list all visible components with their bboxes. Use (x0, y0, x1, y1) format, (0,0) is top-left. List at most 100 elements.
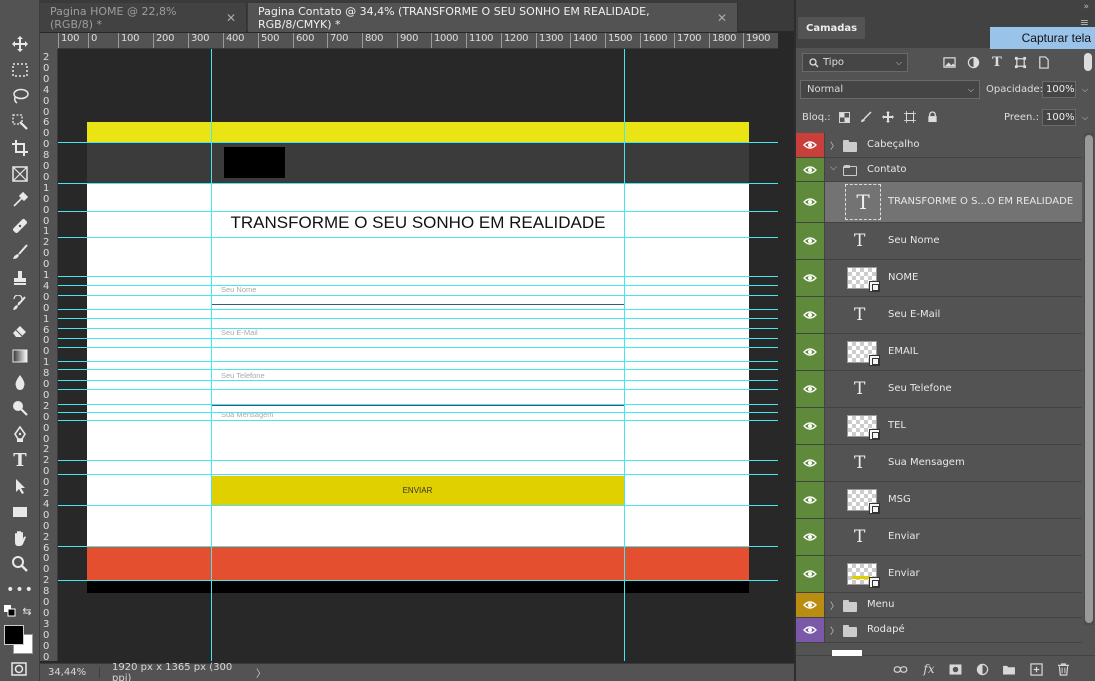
guide-horizontal[interactable] (58, 309, 778, 310)
visibility-toggle[interactable] (796, 260, 825, 296)
lock-all-icon[interactable] (924, 109, 940, 125)
tab-pagina-contato[interactable]: Pagina Contato @ 34,4% (TRANSFORME O SEU… (248, 3, 738, 32)
lock-transparent-pixels-icon[interactable] (836, 109, 852, 125)
marquee-tool-icon[interactable] (7, 59, 33, 81)
visibility-toggle[interactable] (796, 158, 825, 181)
guide-horizontal[interactable] (58, 546, 778, 547)
layer-text-headline[interactable]: T TRANSFORME O S...O EM REALIDADE (796, 182, 1082, 223)
visibility-toggle[interactable] (796, 556, 825, 592)
layer-text-seu-telefone[interactable]: T Seu Telefone (796, 371, 1082, 408)
layer-effects-icon[interactable]: fx (921, 662, 937, 676)
guide-horizontal[interactable] (58, 404, 778, 405)
layer-text-sua-mensagem[interactable]: T Sua Mensagem (796, 445, 1082, 482)
guide-horizontal[interactable] (58, 338, 778, 339)
filter-smart-object-icon[interactable] (1036, 55, 1050, 69)
ruler-origin[interactable] (40, 33, 58, 49)
vertical-ruler[interactable]: 2004006008001000120014001600180020002200… (40, 49, 58, 661)
guide-horizontal[interactable] (58, 380, 778, 381)
default-colors-icon[interactable] (3, 604, 17, 618)
layer-text-seu-nome[interactable]: T Seu Nome (796, 223, 1082, 260)
guide-horizontal[interactable] (58, 285, 778, 286)
fill-input[interactable]: 100% (1042, 109, 1076, 126)
guide-horizontal[interactable] (58, 369, 778, 370)
foreground-color-swatch[interactable] (4, 625, 24, 645)
guide-horizontal[interactable] (58, 328, 778, 329)
adjustment-layer-icon[interactable] (974, 662, 990, 676)
capture-screen-button[interactable]: Capturar tela (990, 27, 1095, 49)
chevron-down-icon[interactable]: ⌵ (830, 163, 837, 173)
visibility-toggle[interactable] (796, 223, 825, 259)
document-artboard[interactable]: TRANSFORME O SEU SONHO EM REALIDADE Seu … (87, 122, 749, 593)
lock-artboard-icon[interactable] (902, 109, 918, 125)
tab-layers[interactable]: Camadas (798, 17, 866, 39)
guide-horizontal[interactable] (58, 460, 778, 461)
filter-kind-select[interactable]: Tipo ⌵ (802, 53, 908, 72)
move-tool-icon[interactable] (7, 33, 33, 55)
guide-horizontal[interactable] (58, 211, 778, 212)
eraser-tool-icon[interactable] (7, 319, 33, 341)
zoom-tool-icon[interactable] (7, 553, 33, 575)
eyedropper-tool-icon[interactable] (7, 189, 33, 211)
filter-shape-icon[interactable] (1013, 55, 1027, 69)
rectangle-tool-icon[interactable] (7, 501, 33, 523)
more-tools-icon[interactable]: ••• (6, 579, 33, 601)
lasso-tool-icon[interactable] (7, 85, 33, 107)
guide-horizontal[interactable] (58, 276, 778, 277)
layer-shape-email[interactable]: EMAIL (796, 334, 1082, 371)
chevron-right-icon[interactable]: 〉 (830, 139, 839, 152)
blend-mode-select[interactable]: Normal ⌵ (800, 80, 980, 99)
filter-pixel-icon[interactable] (942, 55, 956, 69)
guide-horizontal[interactable] (58, 347, 778, 348)
crop-tool-icon[interactable] (7, 137, 33, 159)
status-menu-arrow-icon[interactable]: 〉 (250, 665, 266, 680)
filter-type-icon[interactable]: T (990, 55, 1004, 70)
opacity-input[interactable]: 100% (1042, 81, 1076, 98)
lock-image-pixels-icon[interactable] (858, 109, 874, 125)
gradient-tool-icon[interactable] (7, 345, 33, 367)
layer-group-contato[interactable]: ⌵ Contato (796, 158, 1082, 182)
layer-shape-msg[interactable]: MSG (796, 482, 1082, 519)
path-selection-tool-icon[interactable] (7, 475, 33, 497)
collapse-panel-icon[interactable]: » (1083, 2, 1089, 12)
delete-layer-icon[interactable] (1055, 662, 1071, 676)
guide-vertical[interactable] (624, 49, 625, 661)
visibility-toggle[interactable] (796, 445, 825, 481)
add-mask-icon[interactable] (947, 662, 963, 676)
layer-group-cabecalho[interactable]: 〉 Cabeçalho (796, 133, 1082, 158)
canvas-area[interactable]: TRANSFORME O SEU SONHO EM REALIDADE Seu … (58, 49, 794, 661)
visibility-toggle[interactable] (796, 133, 825, 157)
layer-shape-enviar[interactable]: Enviar (796, 556, 1082, 593)
hand-tool-icon[interactable] (7, 527, 33, 549)
filter-adjustment-icon[interactable] (966, 55, 980, 69)
frame-tool-icon[interactable] (7, 163, 33, 185)
chevron-right-icon[interactable]: 〉 (830, 599, 839, 612)
layer-shape-nome[interactable]: NOME (796, 260, 1082, 297)
blur-tool-icon[interactable] (7, 371, 33, 393)
guide-horizontal[interactable] (58, 295, 778, 296)
visibility-toggle[interactable] (796, 371, 825, 407)
new-group-icon[interactable] (1001, 662, 1017, 676)
close-icon[interactable]: ✕ (226, 11, 236, 25)
quick-selection-tool-icon[interactable] (7, 111, 33, 133)
layer-group-menu[interactable]: 〉 Menu (796, 593, 1082, 618)
guide-vertical[interactable] (211, 49, 212, 661)
clone-stamp-tool-icon[interactable] (7, 267, 33, 289)
visibility-toggle[interactable] (796, 519, 825, 555)
horizontal-ruler[interactable]: 100 0 100 200 300 400 500 600 700 800 90… (58, 33, 778, 49)
guide-horizontal[interactable] (58, 183, 778, 184)
guide-horizontal[interactable] (58, 474, 778, 475)
tab-pagina-home[interactable]: Pagina HOME @ 22,8% (RGB/8) * ✕ (40, 3, 247, 32)
visibility-toggle[interactable] (796, 297, 825, 333)
chevron-right-icon[interactable]: 〉 (830, 624, 839, 637)
filter-toggle-switch[interactable] (1084, 53, 1092, 71)
healing-brush-tool-icon[interactable] (7, 215, 33, 237)
pen-tool-icon[interactable] (7, 423, 33, 445)
guide-horizontal[interactable] (58, 361, 778, 362)
history-brush-tool-icon[interactable] (7, 293, 33, 315)
guide-horizontal[interactable] (58, 420, 778, 421)
dodge-tool-icon[interactable] (7, 397, 33, 419)
layer-text-seu-email[interactable]: T Seu E-Mail (796, 297, 1082, 334)
guide-horizontal[interactable] (58, 318, 778, 319)
visibility-toggle[interactable] (796, 182, 825, 222)
scrollbar-thumb[interactable] (1085, 135, 1093, 623)
